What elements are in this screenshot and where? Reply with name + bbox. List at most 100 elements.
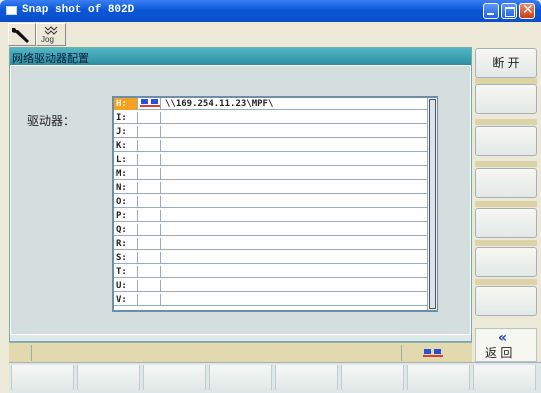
drive-list-scrollbar[interactable]: [427, 98, 437, 310]
drive-path: [162, 140, 427, 152]
jog-button[interactable]: Jog: [36, 23, 66, 46]
drive-icon-cell: [138, 266, 161, 278]
drive-list: V: U: T: S: R: Q: P: O: N: M: L: K: J: I: H: \\169.254.…: [112, 96, 438, 312]
drive-icon-cell: [138, 210, 161, 222]
softkey-5[interactable]: [475, 208, 537, 238]
bottom-softkey-4[interactable]: [209, 365, 272, 390]
scroll-thumb[interactable]: [429, 99, 436, 309]
drive-row[interactable]: N:: [114, 182, 427, 194]
drive-letter: R:: [114, 238, 138, 250]
softkey-separator: [475, 119, 537, 125]
drive-letter: V:: [114, 294, 138, 306]
drive-row[interactable]: U:: [114, 280, 427, 292]
status-divider: [401, 345, 402, 361]
bottom-softkey-2[interactable]: [77, 365, 140, 390]
drive-path: [162, 294, 427, 306]
drive-path: [162, 112, 427, 124]
wrench-button[interactable]: [8, 23, 36, 46]
minimize-button[interactable]: [483, 3, 499, 19]
network-status-icon: [423, 349, 443, 357]
softkey-separator: [475, 279, 537, 285]
vertical-softkeys: 断 开: [475, 47, 541, 342]
drive-letter: K:: [114, 140, 138, 152]
drive-icon-cell: [138, 252, 161, 264]
softkey-separator: [475, 161, 537, 167]
drive-icon-cell: [138, 140, 161, 152]
drive-row[interactable]: H: \\169.254.11.23\MPF\: [114, 98, 427, 110]
drive-row[interactable]: I:: [114, 112, 427, 124]
drive-letter: O:: [114, 196, 138, 208]
drive-path: [162, 252, 427, 264]
icon-toolbar: Jog: [4, 22, 541, 46]
horizontal-softkeys: [9, 362, 541, 393]
softkey-4[interactable]: [475, 168, 537, 198]
softkey-separator: [475, 201, 537, 207]
drive-letter: J:: [114, 126, 138, 138]
drive-icon-cell: [138, 126, 161, 138]
panel-title: 网络驱动器配置: [10, 48, 471, 65]
drive-icon-cell: [138, 168, 161, 180]
drive-row[interactable]: K:: [114, 140, 427, 152]
drive-path: [162, 196, 427, 208]
drive-row[interactable]: V:: [114, 294, 427, 306]
drive-icon-cell: [138, 294, 161, 306]
close-icon: ✕: [522, 2, 534, 18]
drive-letter: M:: [114, 168, 138, 180]
drive-row[interactable]: L:: [114, 154, 427, 166]
drive-letter: P:: [114, 210, 138, 222]
jog-label: Jog: [41, 35, 54, 44]
softkey-6[interactable]: [475, 247, 537, 277]
drive-path: [162, 126, 427, 138]
softkey-2[interactable]: [475, 84, 537, 114]
drive-row[interactable]: S:: [114, 252, 427, 264]
drive-icon-cell: [138, 112, 161, 124]
drive-path: [162, 210, 427, 222]
status-divider: [31, 345, 32, 361]
bottom-softkey-7[interactable]: [407, 365, 470, 390]
drive-icon-cell: [138, 280, 161, 292]
softkey-7[interactable]: [475, 286, 537, 316]
network-drive-icon: [138, 98, 161, 110]
drive-row[interactable]: O:: [114, 196, 427, 208]
bottom-softkey-3[interactable]: [143, 365, 206, 390]
bottom-softkey-5[interactable]: [275, 365, 338, 390]
drive-letter: H:: [114, 98, 138, 110]
bottom-softkey-8[interactable]: [473, 365, 536, 390]
drive-path: [162, 224, 427, 236]
bottom-softkey-6[interactable]: [341, 365, 404, 390]
drive-row[interactable]: M:: [114, 168, 427, 180]
drive-path: [162, 168, 427, 180]
drive-letter: U:: [114, 280, 138, 292]
softkey-3[interactable]: [475, 126, 537, 156]
drive-path: [162, 280, 427, 292]
maximize-button[interactable]: [501, 3, 517, 19]
drive-label: 驱动器：: [27, 114, 76, 128]
drive-letter: Q:: [114, 224, 138, 236]
back-label: 返 回: [485, 346, 513, 360]
drive-icon-cell: [138, 224, 161, 236]
status-bar: [9, 342, 472, 362]
wrench-icon: [12, 28, 29, 43]
window-title: Snap shot of 802D: [22, 4, 135, 16]
drive-row[interactable]: T:: [114, 266, 427, 278]
drive-icon-cell: [138, 196, 161, 208]
drive-path: \\169.254.11.23\MPF\: [165, 99, 274, 109]
drive-icon-cell: [138, 154, 161, 166]
drive-path: [162, 238, 427, 250]
drive-path: [162, 182, 427, 194]
drive-row[interactable]: P:: [114, 210, 427, 222]
drive-row[interactable]: J:: [114, 126, 427, 138]
drive-row[interactable]: R:: [114, 238, 427, 250]
drive-letter: S:: [114, 252, 138, 264]
window-title-bar: Snap shot of 802D ✕: [0, 0, 541, 22]
drive-letter: N:: [114, 182, 138, 194]
window-icon: [6, 6, 17, 15]
drive-path: [162, 154, 427, 166]
drive-icon-cell: [138, 238, 161, 250]
drive-letter: T:: [114, 266, 138, 278]
drive-row[interactable]: Q:: [114, 224, 427, 236]
disconnect-button[interactable]: 断 开: [475, 48, 537, 78]
back-button[interactable]: « 返 回: [475, 328, 537, 362]
close-button[interactable]: ✕: [519, 2, 535, 19]
bottom-softkey-1[interactable]: [11, 365, 74, 390]
